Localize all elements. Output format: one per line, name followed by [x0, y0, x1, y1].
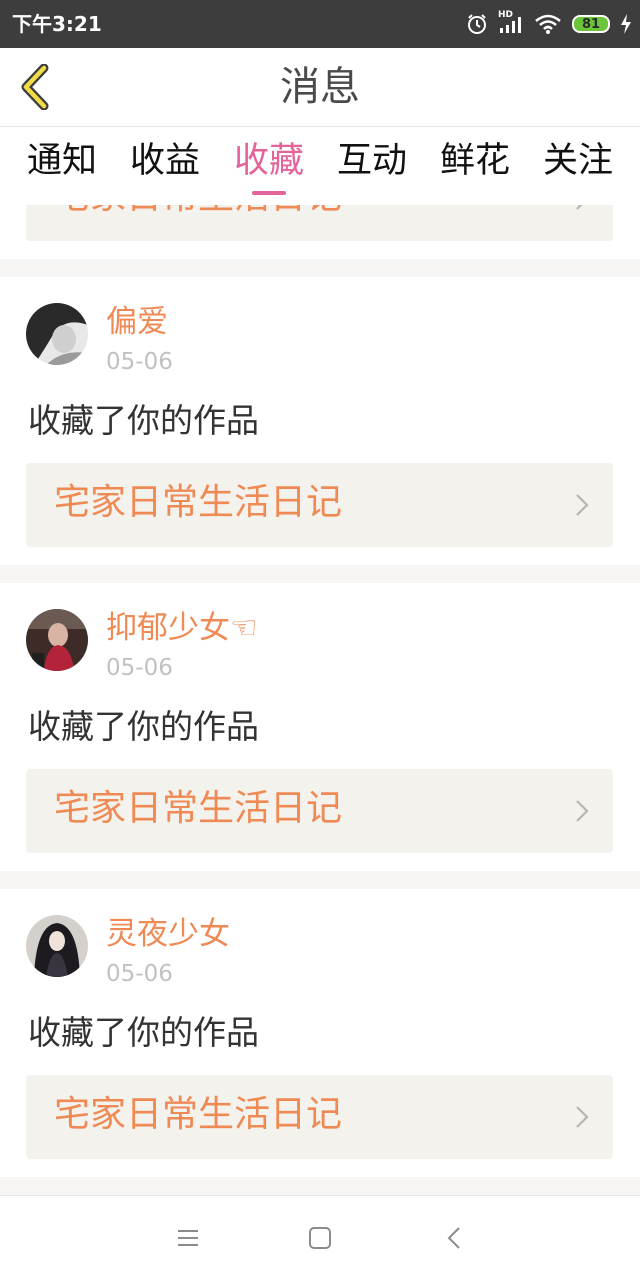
wifi-icon	[535, 14, 561, 34]
work-title: 宅家日常生活日记	[54, 205, 342, 219]
work-title: 宅家日常生活日记	[54, 482, 343, 523]
action-text: 收藏了你的作品	[28, 401, 259, 440]
tab-earnings[interactable]: 收益	[115, 139, 215, 183]
charging-icon	[621, 14, 631, 34]
alarm-icon	[468, 14, 486, 34]
notification-card-partial: 宅家日常生活日记	[0, 205, 640, 259]
menu-button[interactable]	[168, 1218, 208, 1258]
work-link[interactable]: 宅家日常生活日记	[26, 205, 613, 241]
back-button[interactable]	[12, 62, 56, 112]
avatar[interactable]	[26, 609, 88, 671]
tab-notifications[interactable]: 通知	[12, 139, 112, 183]
app-header: 消息	[0, 48, 640, 127]
timestamp: 05-06	[106, 349, 173, 375]
system-back-button[interactable]	[434, 1218, 474, 1258]
username[interactable]: 抑郁少女☜	[106, 608, 258, 648]
chevron-right-icon	[576, 1106, 589, 1128]
notification-list[interactable]: 宅家日常生活日记 偏爱 05-06 收藏了你的作品 宅家日常生活日记	[0, 205, 640, 1195]
work-link[interactable]: 宅家日常生活日记	[26, 769, 613, 853]
back-arrow-icon	[447, 1227, 460, 1249]
chevron-right-icon	[576, 205, 583, 210]
notification-card: 灵夜少女 05-06 收藏了你的作品 宅家日常生活日记	[0, 889, 640, 1177]
username[interactable]: 灵夜少女	[106, 914, 230, 954]
page-title: 消息	[280, 64, 360, 110]
status-time: 下午3:21	[12, 12, 102, 36]
status-bar: 下午3:21 HD 81	[0, 0, 640, 48]
status-icons: HD 81	[466, 10, 632, 38]
work-link[interactable]: 宅家日常生活日记	[26, 463, 613, 547]
home-square-icon	[309, 1227, 331, 1249]
work-title: 宅家日常生活日记	[54, 1094, 343, 1135]
avatar[interactable]	[26, 303, 88, 365]
system-nav-bar	[0, 1195, 640, 1281]
battery-icon: 81	[572, 15, 610, 33]
tab-following[interactable]: 关注	[528, 139, 628, 183]
username[interactable]: 偏爱	[106, 302, 168, 342]
active-tab-indicator	[252, 191, 286, 195]
signal-icon: HD	[498, 10, 524, 35]
back-chevron-icon	[21, 64, 49, 110]
battery-level: 81	[581, 16, 601, 32]
work-title: 宅家日常生活日记	[54, 788, 343, 829]
action-text: 收藏了你的作品	[28, 1013, 259, 1052]
chevron-right-icon	[576, 494, 589, 516]
timestamp: 05-06	[106, 961, 173, 987]
notification-card: 抑郁少女☜ 05-06 收藏了你的作品 宅家日常生活日记	[0, 583, 640, 871]
avatar[interactable]	[26, 915, 88, 977]
menu-icon	[178, 1230, 198, 1246]
chevron-right-icon	[576, 800, 589, 822]
tab-bar: 通知 收益 收藏 互动 鲜花 关注	[0, 127, 640, 205]
work-link[interactable]: 宅家日常生活日记	[26, 1075, 613, 1159]
tab-interactions[interactable]: 互动	[322, 139, 422, 183]
tab-flowers[interactable]: 鲜花	[425, 139, 525, 183]
timestamp: 05-06	[106, 655, 173, 681]
action-text: 收藏了你的作品	[28, 707, 259, 746]
notification-card: 偏爱 05-06 收藏了你的作品 宅家日常生活日记	[0, 277, 640, 565]
home-button[interactable]	[300, 1218, 340, 1258]
tab-favorites[interactable]: 收藏	[219, 139, 319, 183]
